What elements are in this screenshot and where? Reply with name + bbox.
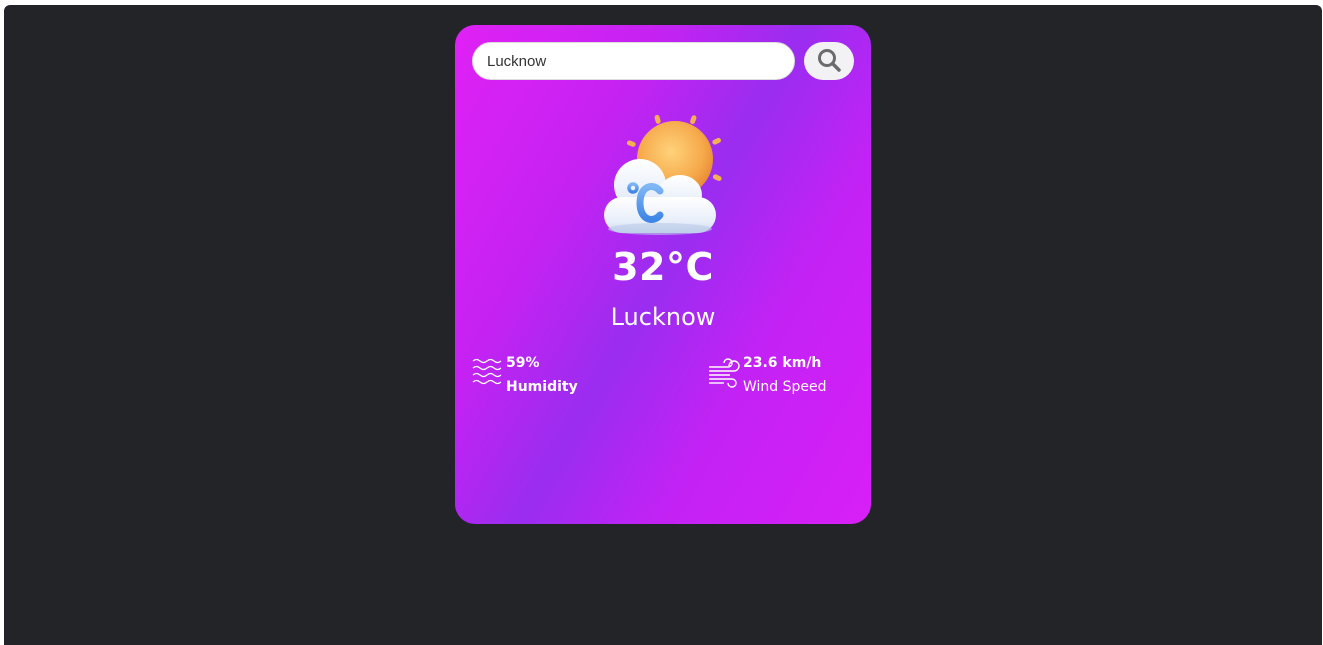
humidity-stat: 59% Humidity — [472, 353, 622, 403]
temperature-value: 32°C — [612, 245, 714, 289]
app-background: 32°C Lucknow 59% Humidity — [4, 5, 1322, 645]
search-icon — [816, 47, 842, 76]
humidity-value: 59% — [506, 355, 540, 371]
humidity-label: Humidity — [506, 379, 578, 395]
search-button[interactable] — [804, 42, 854, 80]
city-name: Lucknow — [610, 303, 716, 331]
search-bar — [472, 42, 854, 80]
wind-speed-value: 23.6 km/h — [743, 355, 822, 371]
humidity-waves-icon — [472, 357, 502, 391]
sun-behind-cloud-icon — [602, 113, 724, 237]
city-search-input[interactable] — [472, 42, 795, 80]
wind-speed-label: Wind Speed — [743, 379, 827, 395]
wind-icon — [708, 357, 740, 393]
wind-stat: 23.6 km/h Wind Speed — [708, 353, 858, 403]
weather-card: 32°C Lucknow 59% Humidity — [455, 25, 871, 524]
